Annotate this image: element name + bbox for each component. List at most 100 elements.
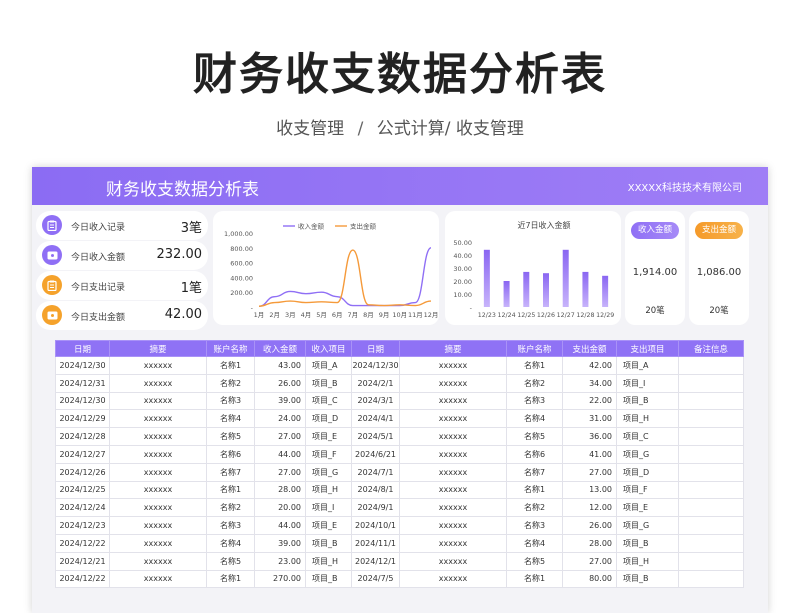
cell-summary[interactable]: xxxxxx xyxy=(399,356,507,375)
cell-summary[interactable]: xxxxxx xyxy=(399,409,507,429)
cell-expense-amount[interactable]: 41.00 xyxy=(562,444,617,464)
cell-expense-item[interactable]: 项目_B xyxy=(616,569,679,589)
cell-date[interactable]: 2024/12/29 xyxy=(55,409,110,429)
cell-expense-amount[interactable]: 27.00 xyxy=(562,551,617,571)
cell-account[interactable]: 名称1 xyxy=(506,356,563,375)
cell-expense-item[interactable]: 项目_C xyxy=(616,427,679,446)
cell-account[interactable]: 名称5 xyxy=(206,551,255,571)
cell-account[interactable]: 名称3 xyxy=(506,391,563,411)
cell-date[interactable]: 2024/12/22 xyxy=(55,569,110,589)
cell-remark[interactable] xyxy=(678,391,744,411)
cell-income-amount[interactable]: 39.00 xyxy=(254,533,306,553)
cell-expense-item[interactable]: 项目_H xyxy=(616,551,679,571)
cell-expense-item[interactable]: 项目_A xyxy=(616,356,679,375)
cell-account[interactable]: 名称6 xyxy=(206,444,255,464)
cell-account[interactable]: 名称3 xyxy=(206,391,255,411)
cell-account[interactable]: 名称4 xyxy=(206,533,255,553)
cell-expense-amount[interactable]: 42.00 xyxy=(562,356,617,375)
cell-expense-amount[interactable]: 13.00 xyxy=(562,480,617,500)
cell-summary[interactable]: xxxxxx xyxy=(109,462,207,482)
cell-date[interactable]: 2024/12/23 xyxy=(55,516,110,535)
cell-date[interactable]: 2024/9/1 xyxy=(351,498,400,518)
cell-remark[interactable] xyxy=(678,533,744,553)
cell-income-amount[interactable]: 24.00 xyxy=(254,409,306,429)
cell-date[interactable]: 2024/7/5 xyxy=(351,569,400,589)
cell-income-item[interactable]: 项目_D xyxy=(305,409,352,429)
cell-date[interactable]: 2024/3/1 xyxy=(351,391,400,411)
cell-summary[interactable]: xxxxxx xyxy=(109,391,207,411)
cell-account[interactable]: 名称1 xyxy=(206,480,255,500)
cell-summary[interactable]: xxxxxx xyxy=(399,480,507,500)
cell-account[interactable]: 名称5 xyxy=(506,427,563,446)
cell-date[interactable]: 2024/8/1 xyxy=(351,480,400,500)
cell-date[interactable]: 2024/7/1 xyxy=(351,462,400,482)
cell-expense-amount[interactable]: 80.00 xyxy=(562,569,617,589)
cell-income-amount[interactable]: 26.00 xyxy=(254,373,306,393)
cell-income-amount[interactable]: 20.00 xyxy=(254,498,306,518)
cell-remark[interactable] xyxy=(678,462,744,482)
cell-income-item[interactable]: 项目_E xyxy=(305,427,352,446)
cell-date[interactable]: 2024/12/30 xyxy=(351,356,400,375)
cell-summary[interactable]: xxxxxx xyxy=(399,516,507,535)
cell-summary[interactable]: xxxxxx xyxy=(109,373,207,393)
cell-summary[interactable]: xxxxxx xyxy=(399,551,507,571)
cell-expense-amount[interactable]: 31.00 xyxy=(562,409,617,429)
cell-summary[interactable]: xxxxxx xyxy=(399,462,507,482)
cell-summary[interactable]: xxxxxx xyxy=(109,427,207,446)
cell-account[interactable]: 名称4 xyxy=(506,533,563,553)
cell-income-amount[interactable]: 270.00 xyxy=(254,569,306,589)
cell-summary[interactable]: xxxxxx xyxy=(399,498,507,518)
cell-date[interactable]: 2024/5/1 xyxy=(351,427,400,446)
cell-account[interactable]: 名称4 xyxy=(206,409,255,429)
cell-account[interactable]: 名称1 xyxy=(506,569,563,589)
cell-expense-item[interactable]: 项目_H xyxy=(616,409,679,429)
cell-remark[interactable] xyxy=(678,409,744,429)
cell-date[interactable]: 2024/12/27 xyxy=(55,444,110,464)
cell-income-item[interactable]: 项目_H xyxy=(305,480,352,500)
cell-summary[interactable]: xxxxxx xyxy=(109,551,207,571)
cell-income-item[interactable]: 项目_H xyxy=(305,551,352,571)
cell-account[interactable]: 名称1 xyxy=(206,569,255,589)
cell-summary[interactable]: xxxxxx xyxy=(399,391,507,411)
cell-summary[interactable]: xxxxxx xyxy=(399,373,507,393)
cell-income-amount[interactable]: 23.00 xyxy=(254,551,306,571)
cell-expense-item[interactable]: 项目_B xyxy=(616,391,679,411)
cell-remark[interactable] xyxy=(678,444,744,464)
cell-summary[interactable]: xxxxxx xyxy=(109,356,207,375)
cell-income-amount[interactable]: 44.00 xyxy=(254,444,306,464)
cell-expense-amount[interactable]: 28.00 xyxy=(562,533,617,553)
cell-date[interactable]: 2024/12/21 xyxy=(55,551,110,571)
cell-date[interactable]: 2024/12/30 xyxy=(55,391,110,411)
cell-expense-amount[interactable]: 26.00 xyxy=(562,516,617,535)
cell-account[interactable]: 名称5 xyxy=(206,427,255,446)
cell-income-item[interactable]: 项目_B xyxy=(305,569,352,589)
cell-date[interactable]: 2024/12/1 xyxy=(351,551,400,571)
cell-income-item[interactable]: 项目_F xyxy=(305,444,352,464)
cell-summary[interactable]: xxxxxx xyxy=(109,516,207,535)
cell-expense-item[interactable]: 项目_B xyxy=(616,533,679,553)
cell-remark[interactable] xyxy=(678,373,744,393)
cell-expense-item[interactable]: 项目_G xyxy=(616,516,679,535)
cell-income-amount[interactable]: 27.00 xyxy=(254,462,306,482)
cell-expense-item[interactable]: 项目_G xyxy=(616,444,679,464)
cell-date[interactable]: 2024/12/30 xyxy=(55,356,110,375)
cell-expense-amount[interactable]: 22.00 xyxy=(562,391,617,411)
cell-income-amount[interactable]: 28.00 xyxy=(254,480,306,500)
cell-account[interactable]: 名称1 xyxy=(506,480,563,500)
cell-remark[interactable] xyxy=(678,569,744,589)
cell-date[interactable]: 2024/12/31 xyxy=(55,373,110,393)
cell-expense-amount[interactable]: 27.00 xyxy=(562,462,617,482)
cell-date[interactable]: 2024/12/25 xyxy=(55,480,110,500)
cell-income-item[interactable]: 项目_C xyxy=(305,391,352,411)
cell-account[interactable]: 名称1 xyxy=(206,356,255,375)
cell-date[interactable]: 2024/12/28 xyxy=(55,427,110,446)
cell-date[interactable]: 2024/2/1 xyxy=(351,373,400,393)
cell-summary[interactable]: xxxxxx xyxy=(109,409,207,429)
cell-expense-item[interactable]: 项目_E xyxy=(616,498,679,518)
cell-remark[interactable] xyxy=(678,551,744,571)
cell-account[interactable]: 名称5 xyxy=(506,551,563,571)
cell-remark[interactable] xyxy=(678,356,744,375)
cell-expense-amount[interactable]: 36.00 xyxy=(562,427,617,446)
cell-summary[interactable]: xxxxxx xyxy=(109,533,207,553)
cell-account[interactable]: 名称2 xyxy=(206,373,255,393)
